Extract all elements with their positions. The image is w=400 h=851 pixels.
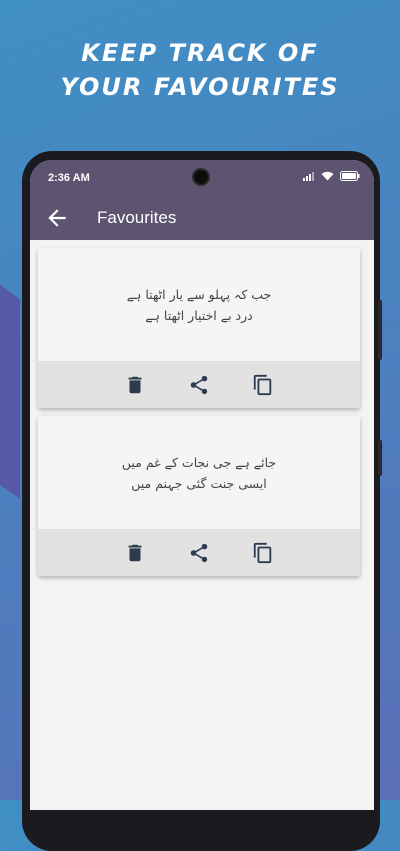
favourite-card: جب کہ پہلو سے یار اٹھتا ہے درد بے اختیار… <box>38 248 360 408</box>
phone-side-button <box>378 300 382 360</box>
background-shape <box>0 200 20 500</box>
trash-icon <box>128 376 142 393</box>
front-camera <box>192 168 210 186</box>
copy-button[interactable] <box>249 539 277 567</box>
copy-icon <box>253 374 272 395</box>
status-icons <box>303 171 360 181</box>
status-time: 2:36 AM <box>48 172 90 184</box>
poem-line: ایسی جنت گئی جہنم میں <box>131 475 267 491</box>
trash-icon <box>128 544 142 561</box>
app-bar: Favourites <box>30 196 374 240</box>
back-button[interactable] <box>44 205 70 231</box>
headline-line-2: YOUR FAVOURITES <box>60 73 340 101</box>
headline-line-1: KEEP TRACK OF <box>81 39 319 67</box>
card-actions <box>38 361 360 408</box>
poem-line: جائے ہے جی نجات کے غم میں <box>121 454 277 470</box>
poem-line: جب کہ پہلو سے یار اٹھتا ہے <box>126 286 272 302</box>
page-title: Favourites <box>97 208 177 227</box>
delete-button[interactable] <box>121 371 149 399</box>
share-button[interactable] <box>185 371 213 399</box>
arrow-back-icon <box>48 209 66 227</box>
signal-icon <box>303 171 314 181</box>
favourite-card: جائے ہے جی نجات کے غم میں ایسی جنت گئی ج… <box>38 416 360 576</box>
share-button[interactable] <box>185 539 213 567</box>
copy-icon <box>253 542 272 563</box>
favourites-list: جب کہ پہلو سے یار اٹھتا ہے درد بے اختیار… <box>30 240 374 810</box>
battery-icon <box>340 171 360 181</box>
status-bar: 2:36 AM <box>30 160 374 196</box>
wifi-icon <box>321 171 334 181</box>
share-icon <box>190 375 208 394</box>
promo-headline: KEEP TRACK OF YOUR FAVOURITES <box>0 36 400 104</box>
phone-side-button <box>378 440 382 476</box>
poem-line: درد بے اختیار اٹھتا ہے <box>145 307 253 323</box>
delete-button[interactable] <box>121 539 149 567</box>
poem-text: جائے ہے جی نجات کے غم میں ایسی جنت گئی ج… <box>38 416 360 529</box>
poem-text: جب کہ پہلو سے یار اٹھتا ہے درد بے اختیار… <box>38 248 360 361</box>
copy-button[interactable] <box>249 371 277 399</box>
card-actions <box>38 529 360 576</box>
phone-screen: 2:36 AM Favourites جب کہ پہلو سے یار اٹھ… <box>30 160 374 810</box>
share-icon <box>190 543 208 562</box>
